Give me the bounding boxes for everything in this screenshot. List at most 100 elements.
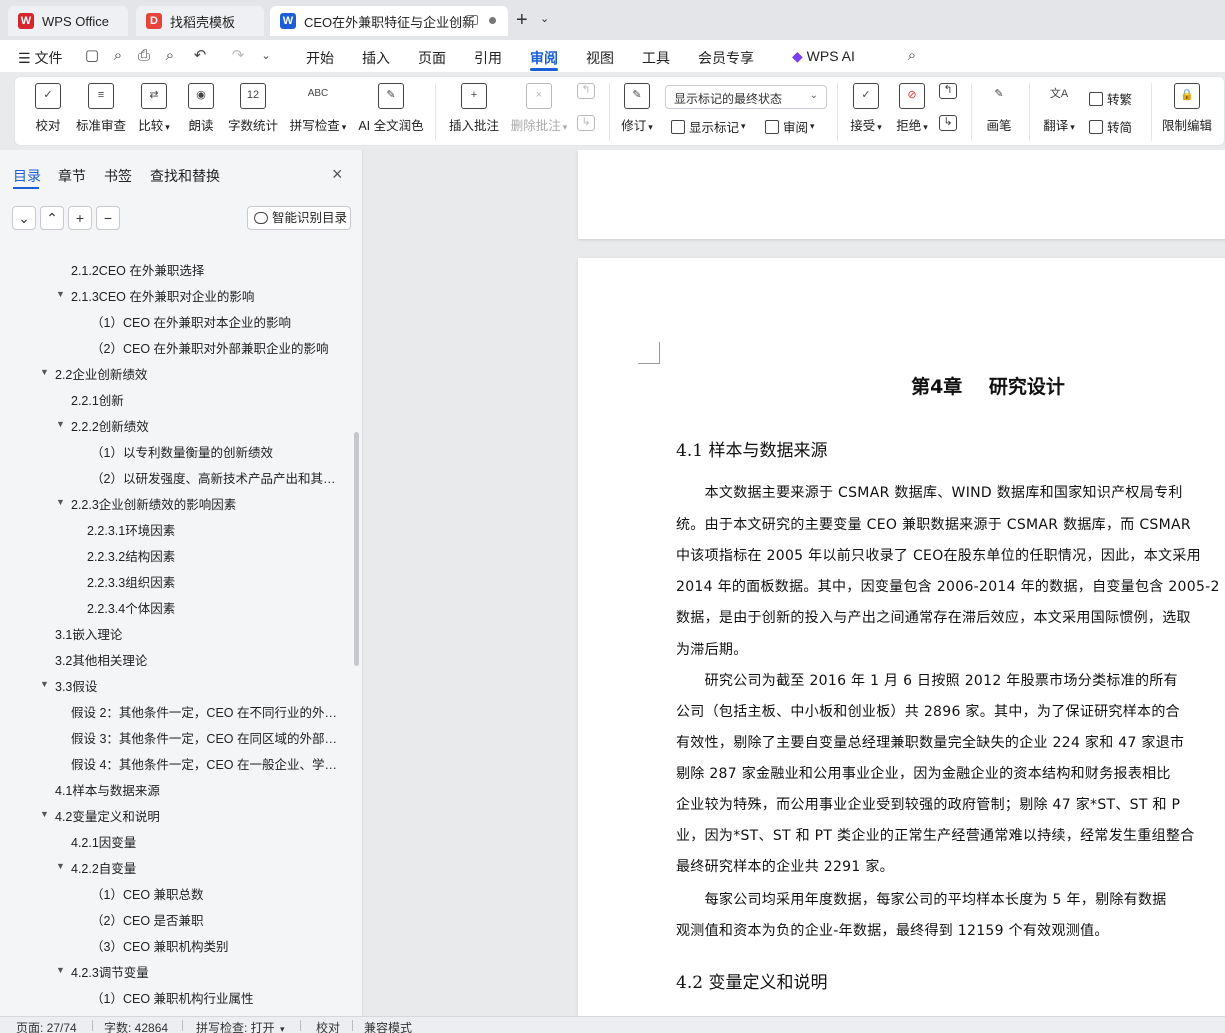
tab-wps-office[interactable]: W WPS Office — [8, 6, 128, 36]
toc-item[interactable]: 2.2企业创新绩效 — [55, 364, 345, 383]
track-changes-button[interactable]: ✎ 修订 ▾ — [617, 83, 657, 134]
review-pane-button[interactable]: 审阅 ▾ — [765, 117, 815, 136]
delete-comment-button[interactable]: × 删除批注 ▾ — [507, 83, 571, 134]
next-change-button[interactable]: ↳ — [937, 115, 959, 137]
toc-item[interactable]: 3.3假设 — [55, 676, 345, 695]
menu-view[interactable]: 视图 — [586, 48, 614, 68]
toc-item[interactable]: （1）CEO 兼职机构行业属性 — [91, 988, 345, 1007]
section-heading-4-2[interactable]: 4.2 变量定义和说明 — [676, 968, 827, 993]
toc-item[interactable]: （1）CEO 兼职总数 — [91, 884, 345, 903]
compare-button[interactable]: ⇄ 比较 ▾ — [133, 83, 175, 134]
nav-tab-find-replace[interactable]: 查找和替换 — [150, 166, 220, 186]
to-simplified-button[interactable]: 转简 — [1089, 117, 1132, 136]
pen-button[interactable]: ✎ 画笔 — [981, 83, 1017, 134]
toc-item[interactable]: 4.2.2自变量 — [71, 858, 345, 877]
menu-insert[interactable]: 插入 — [362, 48, 390, 68]
toc-item[interactable]: 4.2变量定义和说明 — [55, 806, 345, 825]
toc-item[interactable]: 2.2.2创新绩效 — [71, 416, 345, 435]
add-heading-button[interactable]: + — [68, 206, 92, 230]
prev-comment-button[interactable]: ↰ — [575, 83, 597, 105]
toc-item[interactable]: 2.2.3.1环境因素 — [87, 520, 345, 539]
toc-item[interactable]: 2.1.2CEO 在外兼职选择 — [71, 260, 345, 279]
tab-docer-templates[interactable]: D 找稻壳模板 — [136, 6, 264, 36]
unsaved-dot-icon[interactable] — [489, 17, 496, 24]
toc-item[interactable]: 2.2.3.2结构因素 — [87, 546, 345, 565]
menu-page[interactable]: 页面 — [418, 48, 446, 68]
toc-item[interactable]: 2.2.3.4个体因素 — [87, 598, 345, 617]
search-icon[interactable]: ⌕ — [904, 48, 920, 64]
print-preview-icon[interactable]: ⌕ — [162, 48, 178, 64]
toc-item[interactable]: （2）以研发强度、高新技术产品产出和其他 ... — [91, 468, 345, 487]
expand-toggle-icon[interactable]: ▼ — [56, 497, 65, 507]
toc-item[interactable]: 2.2.3.3组织因素 — [87, 572, 345, 591]
expand-down-button[interactable]: ⌄ — [12, 206, 36, 230]
expand-toggle-icon[interactable]: ▼ — [56, 289, 65, 299]
tab-current-document[interactable]: W CEO在外兼职特征与企业创新 — [270, 6, 508, 36]
toc-item[interactable]: 4.1样本与数据来源 — [55, 780, 345, 799]
nav-tab-toc[interactable]: 目录 — [13, 166, 41, 186]
menu-reference[interactable]: 引用 — [474, 48, 502, 68]
expand-toggle-icon[interactable]: ▼ — [56, 965, 65, 975]
quick-access-more-icon[interactable]: ⌄ — [258, 48, 274, 64]
toc-item[interactable]: 4.2.1因变量 — [71, 832, 345, 851]
reject-button[interactable]: ⊘ 拒绝 ▾ — [893, 83, 931, 134]
toc-item[interactable]: （1）CEO 在外兼职对本企业的影响 — [91, 312, 345, 331]
proofread-button[interactable]: ✓ 校对 — [29, 83, 67, 134]
standard-review-button[interactable]: ≡ 标准审查 — [73, 83, 129, 134]
toc-item[interactable]: 假设 2：其他条件一定，CEO 在不同行业的外部 ... — [71, 702, 345, 721]
close-icon[interactable]: × — [332, 164, 343, 185]
section-heading-4-1[interactable]: 4.1 样本与数据来源 — [676, 436, 827, 461]
monitor-icon[interactable] — [466, 15, 478, 25]
insert-comment-button[interactable]: + 插入批注 — [447, 83, 501, 134]
chapter-heading[interactable]: 第4章 研究设计 — [578, 372, 1225, 399]
word-count-button[interactable]: 12 字数统计 — [225, 83, 281, 134]
expand-toggle-icon[interactable]: ▼ — [40, 809, 49, 819]
expand-toggle-icon[interactable]: ▼ — [56, 861, 65, 871]
expand-toggle-icon[interactable]: ▼ — [40, 367, 49, 377]
proof-indicator[interactable]: 校对 — [316, 1019, 340, 1033]
menu-wps-ai[interactable]: ◆ WPS AI — [792, 48, 855, 65]
read-aloud-button[interactable]: ◉ 朗读 — [183, 83, 219, 134]
toc-item[interactable]: 2.2.3企业创新绩效的影响因素 — [71, 494, 345, 513]
expand-toggle-icon[interactable]: ▼ — [40, 679, 49, 689]
smart-toc-button[interactable]: 智能识别目录 — [247, 206, 351, 230]
collapse-up-button[interactable]: ⌃ — [40, 206, 64, 230]
toc-item[interactable]: （1）以专利数量衡量的创新绩效 — [91, 442, 345, 461]
menu-member[interactable]: 会员专享 — [698, 48, 754, 68]
redo-icon[interactable]: ↷ — [230, 48, 246, 64]
nav-tab-chapters[interactable]: 章节 — [58, 166, 86, 186]
to-traditional-button[interactable]: 转繁 — [1089, 89, 1132, 108]
next-comment-button[interactable]: ↳ — [575, 115, 597, 137]
toc-item[interactable]: 2.2.1创新 — [71, 390, 345, 409]
toc-item[interactable]: 假设 4：其他条件一定，CEO 在一般企业、学术 ... — [71, 754, 345, 773]
show-markup-button[interactable]: 显示标记 ▾ — [671, 117, 746, 136]
remove-heading-button[interactable]: − — [96, 206, 120, 230]
ai-polish-button[interactable]: ✎ AI 全文润色 — [357, 83, 425, 134]
file-menu[interactable]: ☰ 文件 — [18, 48, 62, 68]
export-icon[interactable]: ⌕ — [110, 48, 126, 64]
undo-icon[interactable]: ↶ — [192, 48, 208, 64]
toc-item[interactable]: 2.1.3CEO 在外兼职对企业的影响 — [71, 286, 345, 305]
toc-item[interactable]: 3.1嵌入理论 — [55, 624, 345, 643]
tab-list-chevron-icon[interactable]: ⌄ — [540, 12, 549, 25]
restrict-editing-button[interactable]: 🔒 限制编辑 — [1159, 83, 1215, 134]
toc-item[interactable]: 假设 3：其他条件一定，CEO 在同区域的外部机 ... — [71, 728, 345, 747]
save-icon[interactable]: ▢ — [84, 48, 100, 64]
expand-toggle-icon[interactable]: ▼ — [56, 419, 65, 429]
toc-scrollbar[interactable] — [354, 432, 359, 666]
word-count-indicator[interactable]: 字数: 42864 — [104, 1019, 168, 1033]
markup-display-select[interactable]: 显示标记的最终状态 ⌄ — [665, 85, 827, 109]
page-indicator[interactable]: 页面: 27/74 — [16, 1019, 77, 1033]
spell-check-indicator[interactable]: 拼写检查: 打开 ▾ — [196, 1019, 285, 1033]
spell-check-button[interactable]: ABC 拼写检查 ▾ — [287, 83, 349, 134]
toc-item[interactable]: （3）CEO 兼职机构类别 — [91, 936, 345, 955]
toc-item[interactable]: 3.2其他相关理论 — [55, 650, 345, 669]
toc-item[interactable]: 4.2.3调节变量 — [71, 962, 345, 981]
new-tab-plus-icon[interactable]: + — [516, 9, 528, 32]
menu-review[interactable]: 审阅 — [530, 48, 558, 68]
menu-tools[interactable]: 工具 — [642, 48, 670, 68]
accept-button[interactable]: ✓ 接受 ▾ — [847, 83, 885, 134]
menu-start[interactable]: 开始 — [306, 48, 334, 68]
nav-tab-bookmarks[interactable]: 书签 — [104, 166, 132, 186]
document-page[interactable]: 第4章 研究设计 4.1 样本与数据来源 本文数据主要来源于 CSMAR 数据库… — [578, 258, 1225, 1016]
